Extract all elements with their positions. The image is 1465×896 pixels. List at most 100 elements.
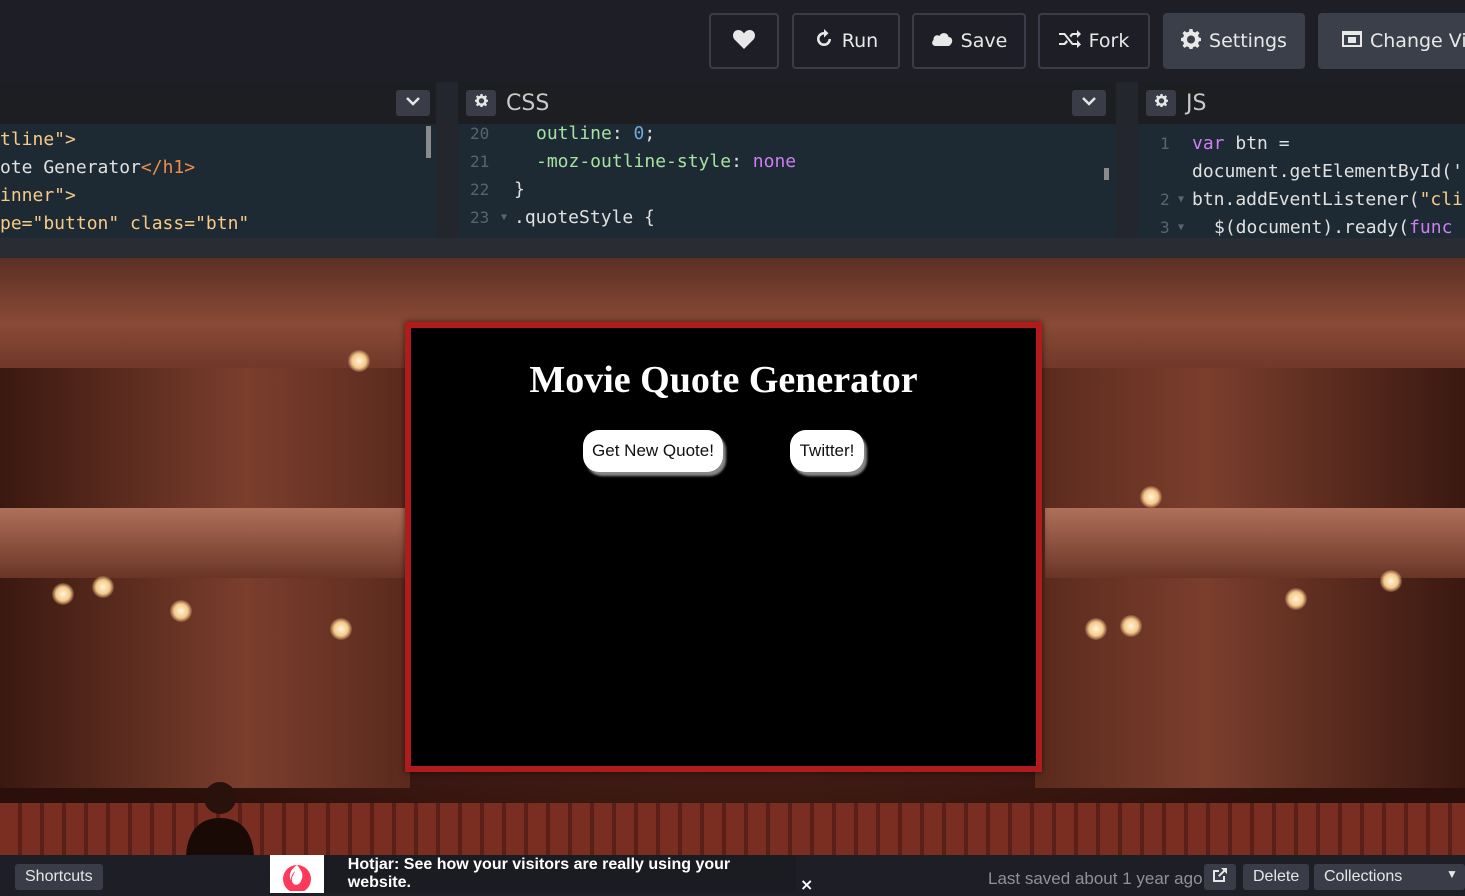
code-token: var [1192,133,1225,154]
code-token: ; [644,123,656,144]
pane-divider[interactable] [1116,82,1138,238]
js-code-area[interactable]: 1 2 3 ▼ ▼ var btn = document.getElementB… [1138,124,1465,238]
css-pane-header: CSS [458,82,1116,124]
html-editor-pane: tline"> ote Generator</h1> inner"> pe="b… [0,82,436,238]
code-token: </h1> [140,157,196,178]
code-token: none [752,151,797,172]
heart-icon [732,28,756,55]
flame-icon [280,853,314,896]
pane-divider[interactable] [436,82,458,238]
wall-lamp [1120,615,1142,637]
line-number: 22 [470,180,490,199]
wall-lamp [348,350,370,372]
html-pane-menu-button[interactable] [396,90,430,116]
code-token: "cli [1419,189,1463,210]
chevron-down-icon [1082,94,1096,112]
last-saved-text: Last saved about 1 year ago [988,869,1203,888]
left-wall [0,368,410,788]
caret-down-icon: ▼ [1446,867,1458,881]
code-token: func [1409,217,1453,238]
collections-button[interactable]: Collections ▼ [1314,864,1465,890]
code-token: 0 [633,123,645,144]
change-view-label: Change View [1370,30,1465,52]
fold-arrow-icon[interactable]: ▼ [501,204,507,232]
js-pane-header: JS [1138,82,1465,124]
top-toolbar: Run Save Fork Settings Change View [0,0,1465,82]
person-silhouette [182,778,258,855]
hotjar-logo [270,855,324,893]
fork-label: Fork [1088,30,1130,52]
code-line: inner"> [0,182,76,210]
open-external-button[interactable] [1204,864,1236,890]
preview-resize-handle[interactable] [0,238,1465,258]
wall-lamp [330,618,352,640]
settings-button[interactable]: Settings [1163,13,1305,69]
code-line: pe="button" class="btn" [0,210,249,238]
save-button[interactable]: Save [912,13,1026,69]
twitter-button[interactable]: Twitter! [790,430,864,472]
line-number: 3 [1160,218,1170,237]
js-pane-title: JS [1186,90,1207,116]
code-line: outline: 0; [536,120,655,148]
view-icon [1342,30,1362,52]
footer-bar: Shortcuts Hotjar: See how your visitors … [0,855,1465,894]
wall-lamp [1140,486,1162,508]
quote-container: Movie Quote Generator Get New Quote! Twi… [405,322,1042,772]
css-code-area[interactable]: 20 21 22 23 ▼ outline: 0; -moz-outline-s… [458,123,1116,238]
wall-lamp [1085,618,1107,640]
close-icon[interactable]: × [800,875,813,894]
hotjar-ad[interactable]: Hotjar: See how your visitors are really… [270,855,796,893]
line-number: 1 [1160,134,1170,153]
css-pane-menu-button[interactable] [1072,90,1106,116]
gear-icon [1154,94,1168,112]
scrollbar[interactable] [426,126,431,158]
left-balcony [0,508,410,578]
settings-label: Settings [1209,30,1287,52]
code-line: var btn = [1192,130,1290,158]
right-balcony [1045,508,1465,578]
gear-icon [474,94,488,112]
code-token: : [731,151,753,172]
new-quote-button[interactable]: Get New Quote! [583,430,723,472]
run-button[interactable]: Run [792,13,900,69]
code-line: document.getElementById(' [1192,161,1463,182]
code-line: -moz-outline-style: none [536,148,796,176]
delete-button[interactable]: Delete [1243,864,1310,890]
html-code-area[interactable]: tline"> ote Generator</h1> inner"> pe="b… [0,124,436,238]
shortcuts-button[interactable]: Shortcuts [15,864,103,890]
line-number: 21 [470,152,490,171]
collections-label: Collections [1324,868,1403,885]
code-token: -moz-outline-style [536,151,732,172]
change-view-button[interactable]: Change View [1318,13,1465,69]
cloud-icon [931,30,953,52]
fold-arrow-icon[interactable]: ▼ [1178,186,1184,214]
fork-icon [1058,29,1081,53]
js-settings-button[interactable] [1146,90,1176,116]
code-line: $(document).ready(func [1214,214,1452,238]
gear-icon [1181,28,1202,54]
editor-panes: tline"> ote Generator</h1> inner"> pe="b… [0,82,1465,238]
wall-lamp [92,576,114,598]
scrollbar[interactable] [1104,168,1109,180]
run-label: Run [841,30,879,52]
wall-lamp [1380,570,1402,592]
code-line: tline"> [0,126,76,154]
code-token: ote Generator [0,157,141,178]
wall-lamp [1285,588,1307,610]
heart-button[interactable] [709,13,779,69]
fold-arrow-icon[interactable]: ▼ [1178,214,1184,238]
fork-button[interactable]: Fork [1038,13,1150,69]
line-number: 20 [470,124,490,143]
code-line: ote Generator</h1> [0,154,195,182]
html-pane-header [0,82,436,124]
code-token: : [611,123,634,144]
code-token: outline [536,123,612,144]
css-settings-button[interactable] [466,90,496,116]
wall-lamp [170,600,192,622]
line-number: 2 [1160,190,1170,209]
preview-frame: Movie Quote Generator Get New Quote! Twi… [0,258,1465,855]
code-line: btn.addEventListener("cli [1192,186,1463,214]
code-token: pe="button" class="btn" [0,213,250,234]
chevron-down-icon [406,94,420,112]
code-token: inner"> [0,185,76,206]
